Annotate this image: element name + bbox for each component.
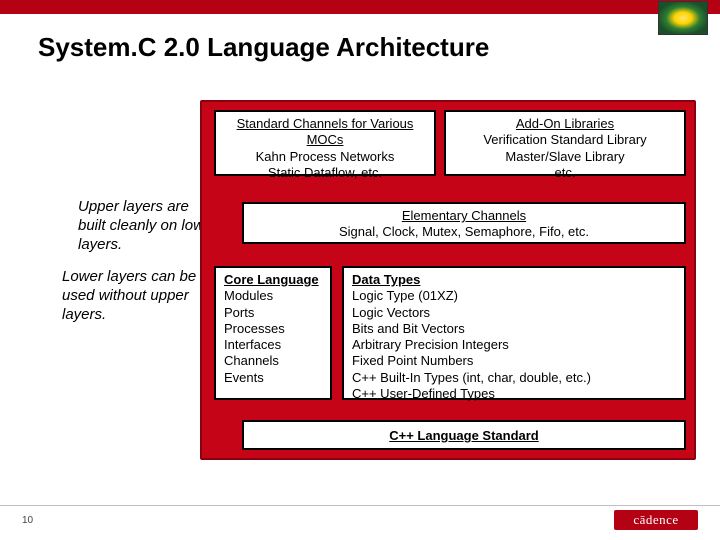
list-item: Events — [224, 370, 322, 386]
line: Master/Slave Library — [454, 149, 676, 165]
heading: Standard Channels for Various MOCs — [224, 116, 426, 149]
line: Verification Standard Library — [454, 132, 676, 148]
list-item: C++ Built-In Types (int, char, double, e… — [352, 370, 676, 386]
cadence-logo: cādence — [614, 510, 698, 530]
box-data-types: Data Types Logic Type (01XZ) Logic Vecto… — [342, 266, 686, 400]
box-cpp-standard: C++ Language Standard — [242, 420, 686, 450]
note-lower-layers: Lower layers can be used without upper l… — [62, 268, 202, 324]
list-item: Modules — [224, 288, 322, 304]
logo-text: cādence — [614, 510, 698, 530]
line: Signal, Clock, Mutex, Semaphore, Fifo, e… — [252, 224, 676, 240]
list-item: C++ User-Defined Types — [352, 386, 676, 402]
list-item: Bits and Bit Vectors — [352, 321, 676, 337]
list-item: Logic Vectors — [352, 305, 676, 321]
architecture-diagram: Standard Channels for Various MOCs Kahn … — [200, 100, 696, 460]
top-bar — [0, 0, 720, 14]
list-item: Channels — [224, 353, 322, 369]
line: etc. — [454, 165, 676, 181]
box-standard-channels: Standard Channels for Various MOCs Kahn … — [214, 110, 436, 176]
slide-title: System.C 2.0 Language Architecture — [0, 14, 720, 63]
box-elementary-channels: Elementary Channels Signal, Clock, Mutex… — [242, 202, 686, 244]
line: Static Dataflow, etc. — [224, 165, 426, 181]
list-item: Arbitrary Precision Integers — [352, 337, 676, 353]
page-number: 10 — [22, 515, 33, 526]
box-core-language: Core Language Modules Ports Processes In… — [214, 266, 332, 400]
list-item: Processes — [224, 321, 322, 337]
footer-rule — [0, 505, 720, 506]
heading: C++ Language Standard — [389, 428, 539, 443]
box-addon-libraries: Add-On Libraries Verification Standard L… — [444, 110, 686, 176]
heading: Data Types — [352, 272, 676, 288]
list-item: Ports — [224, 305, 322, 321]
heading: Elementary Channels — [252, 208, 676, 224]
line: Kahn Process Networks — [224, 149, 426, 165]
list-item: Logic Type (01XZ) — [352, 288, 676, 304]
heading: Add-On Libraries — [454, 116, 676, 132]
list-item: Fixed Point Numbers — [352, 353, 676, 369]
note-upper-layers: Upper layers are built cleanly on lower … — [78, 198, 218, 254]
list-item: Interfaces — [224, 337, 322, 353]
corner-graphic — [658, 1, 708, 35]
heading: Core Language — [224, 272, 322, 288]
